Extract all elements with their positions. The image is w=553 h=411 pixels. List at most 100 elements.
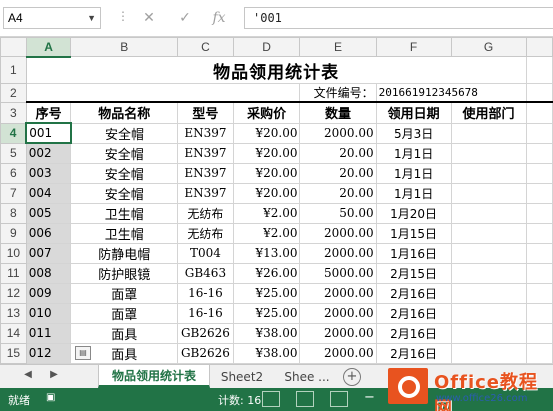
- fx-icon[interactable]: fx: [208, 8, 230, 28]
- row-header[interactable]: 12: [0, 282, 27, 304]
- date-cell[interactable]: 2月16日: [375, 342, 452, 364]
- cell[interactable]: [525, 182, 553, 204]
- department-cell[interactable]: [450, 182, 527, 204]
- cell[interactable]: [525, 56, 553, 84]
- date-cell[interactable]: 1月1日: [375, 142, 452, 164]
- model-cell[interactable]: GB2626: [177, 322, 234, 344]
- row-header[interactable]: 2: [0, 82, 27, 103]
- quantity-cell[interactable]: 2000.00: [299, 282, 377, 304]
- cell[interactable]: [525, 162, 553, 184]
- formula-input[interactable]: '001: [244, 7, 553, 29]
- cell[interactable]: [525, 122, 553, 144]
- cell[interactable]: [525, 101, 553, 124]
- quantity-cell[interactable]: 2000.00: [299, 122, 377, 144]
- item-name-cell[interactable]: 安全帽: [70, 142, 179, 164]
- header-cell[interactable]: 领用日期: [375, 101, 452, 124]
- department-cell[interactable]: [450, 222, 527, 244]
- item-name-cell[interactable]: 面罩: [70, 282, 179, 304]
- seq-cell[interactable]: 006: [25, 222, 72, 244]
- cell[interactable]: [525, 202, 553, 224]
- model-cell[interactable]: EN397: [177, 162, 234, 184]
- price-cell[interactable]: ¥2.00: [232, 222, 301, 244]
- date-cell[interactable]: 1月15日: [375, 222, 452, 244]
- item-name-cell[interactable]: 安全帽: [70, 182, 179, 204]
- cell[interactable]: [525, 262, 553, 284]
- cell[interactable]: [525, 322, 553, 344]
- row-header[interactable]: 4: [0, 122, 28, 144]
- page-break-view-icon[interactable]: [330, 391, 348, 407]
- tab-active-sheet[interactable]: 物品领用统计表: [98, 365, 210, 388]
- cell[interactable]: [25, 82, 301, 103]
- row-header[interactable]: 9: [0, 222, 27, 244]
- price-cell[interactable]: ¥26.00: [232, 262, 301, 284]
- tab-sheet3[interactable]: Shee ...: [276, 365, 338, 388]
- cell[interactable]: [525, 302, 553, 324]
- price-cell[interactable]: ¥2.00: [232, 202, 301, 224]
- model-cell[interactable]: EN397: [177, 182, 234, 204]
- price-cell[interactable]: ¥13.00: [232, 242, 301, 264]
- seq-cell[interactable]: 004: [25, 182, 72, 204]
- tab-sheet2[interactable]: Sheet2: [212, 365, 272, 388]
- date-cell[interactable]: 2月16日: [375, 302, 452, 324]
- row-header[interactable]: 14: [0, 322, 27, 344]
- price-cell[interactable]: ¥20.00: [232, 182, 301, 204]
- department-cell[interactable]: [450, 242, 527, 264]
- item-name-cell[interactable]: 安全帽: [70, 162, 179, 184]
- seq-cell[interactable]: 010: [25, 302, 72, 324]
- cell[interactable]: [525, 282, 553, 304]
- seq-cell[interactable]: 003: [25, 162, 72, 184]
- quantity-cell[interactable]: 5000.00: [299, 262, 377, 284]
- add-sheet-icon[interactable]: +: [343, 368, 361, 386]
- price-cell[interactable]: ¥20.00: [232, 162, 301, 184]
- price-cell[interactable]: ¥38.00: [232, 322, 301, 344]
- paste-options-icon[interactable]: ▤: [75, 346, 91, 360]
- date-cell[interactable]: 2月16日: [375, 282, 452, 304]
- quantity-cell[interactable]: 2000.00: [299, 222, 377, 244]
- tab-prev-icon[interactable]: ◀: [20, 369, 36, 380]
- price-cell[interactable]: ¥25.00: [232, 302, 301, 324]
- department-cell[interactable]: [450, 202, 527, 224]
- file-number-label[interactable]: 文件编号：: [299, 82, 377, 103]
- department-cell[interactable]: [450, 122, 527, 144]
- model-cell[interactable]: EN397: [177, 142, 234, 164]
- tab-next-icon[interactable]: ▶: [46, 369, 62, 380]
- page-layout-view-icon[interactable]: [296, 391, 314, 407]
- row-header[interactable]: 5: [0, 142, 27, 164]
- seq-cell[interactable]: 009: [25, 282, 72, 304]
- model-cell[interactable]: EN397: [177, 122, 234, 144]
- name-box[interactable]: A4 ▼: [3, 7, 101, 29]
- cell[interactable]: [525, 142, 553, 164]
- cell[interactable]: [525, 242, 553, 264]
- column-header[interactable]: A: [25, 37, 72, 58]
- item-name-cell[interactable]: 卫生帽: [70, 222, 179, 244]
- column-header[interactable]: F: [375, 37, 452, 57]
- quantity-cell[interactable]: 2000.00: [299, 322, 377, 344]
- quantity-cell[interactable]: 20.00: [299, 162, 377, 184]
- header-cell[interactable]: 采购价: [232, 101, 301, 124]
- row-header[interactable]: 3: [0, 101, 27, 124]
- cell[interactable]: [525, 82, 553, 103]
- check-icon[interactable]: ✓: [174, 8, 196, 28]
- row-header[interactable]: 6: [0, 162, 27, 184]
- model-cell[interactable]: 无纺布: [177, 222, 234, 244]
- row-header[interactable]: 10: [0, 242, 27, 264]
- column-header[interactable]: G: [450, 37, 527, 57]
- seq-cell[interactable]: 007: [25, 242, 72, 264]
- model-cell[interactable]: 16-16: [177, 302, 234, 324]
- column-header-partial[interactable]: [525, 37, 553, 57]
- header-cell[interactable]: 物品名称: [70, 101, 179, 124]
- price-cell[interactable]: ¥20.00: [232, 122, 301, 144]
- quantity-cell[interactable]: 20.00: [299, 182, 377, 204]
- department-cell[interactable]: [450, 342, 527, 364]
- column-header[interactable]: D: [232, 37, 301, 57]
- date-cell[interactable]: 1月1日: [375, 162, 452, 184]
- close-icon[interactable]: ✕: [138, 8, 160, 28]
- seq-cell[interactable]: 011: [25, 322, 72, 344]
- price-cell[interactable]: ¥20.00: [232, 142, 301, 164]
- model-cell[interactable]: GB463: [177, 262, 234, 284]
- date-cell[interactable]: 1月20日: [375, 202, 452, 224]
- item-name-cell[interactable]: 安全帽: [70, 122, 179, 144]
- department-cell[interactable]: [450, 162, 527, 184]
- cell[interactable]: [525, 342, 553, 364]
- department-cell[interactable]: [450, 282, 527, 304]
